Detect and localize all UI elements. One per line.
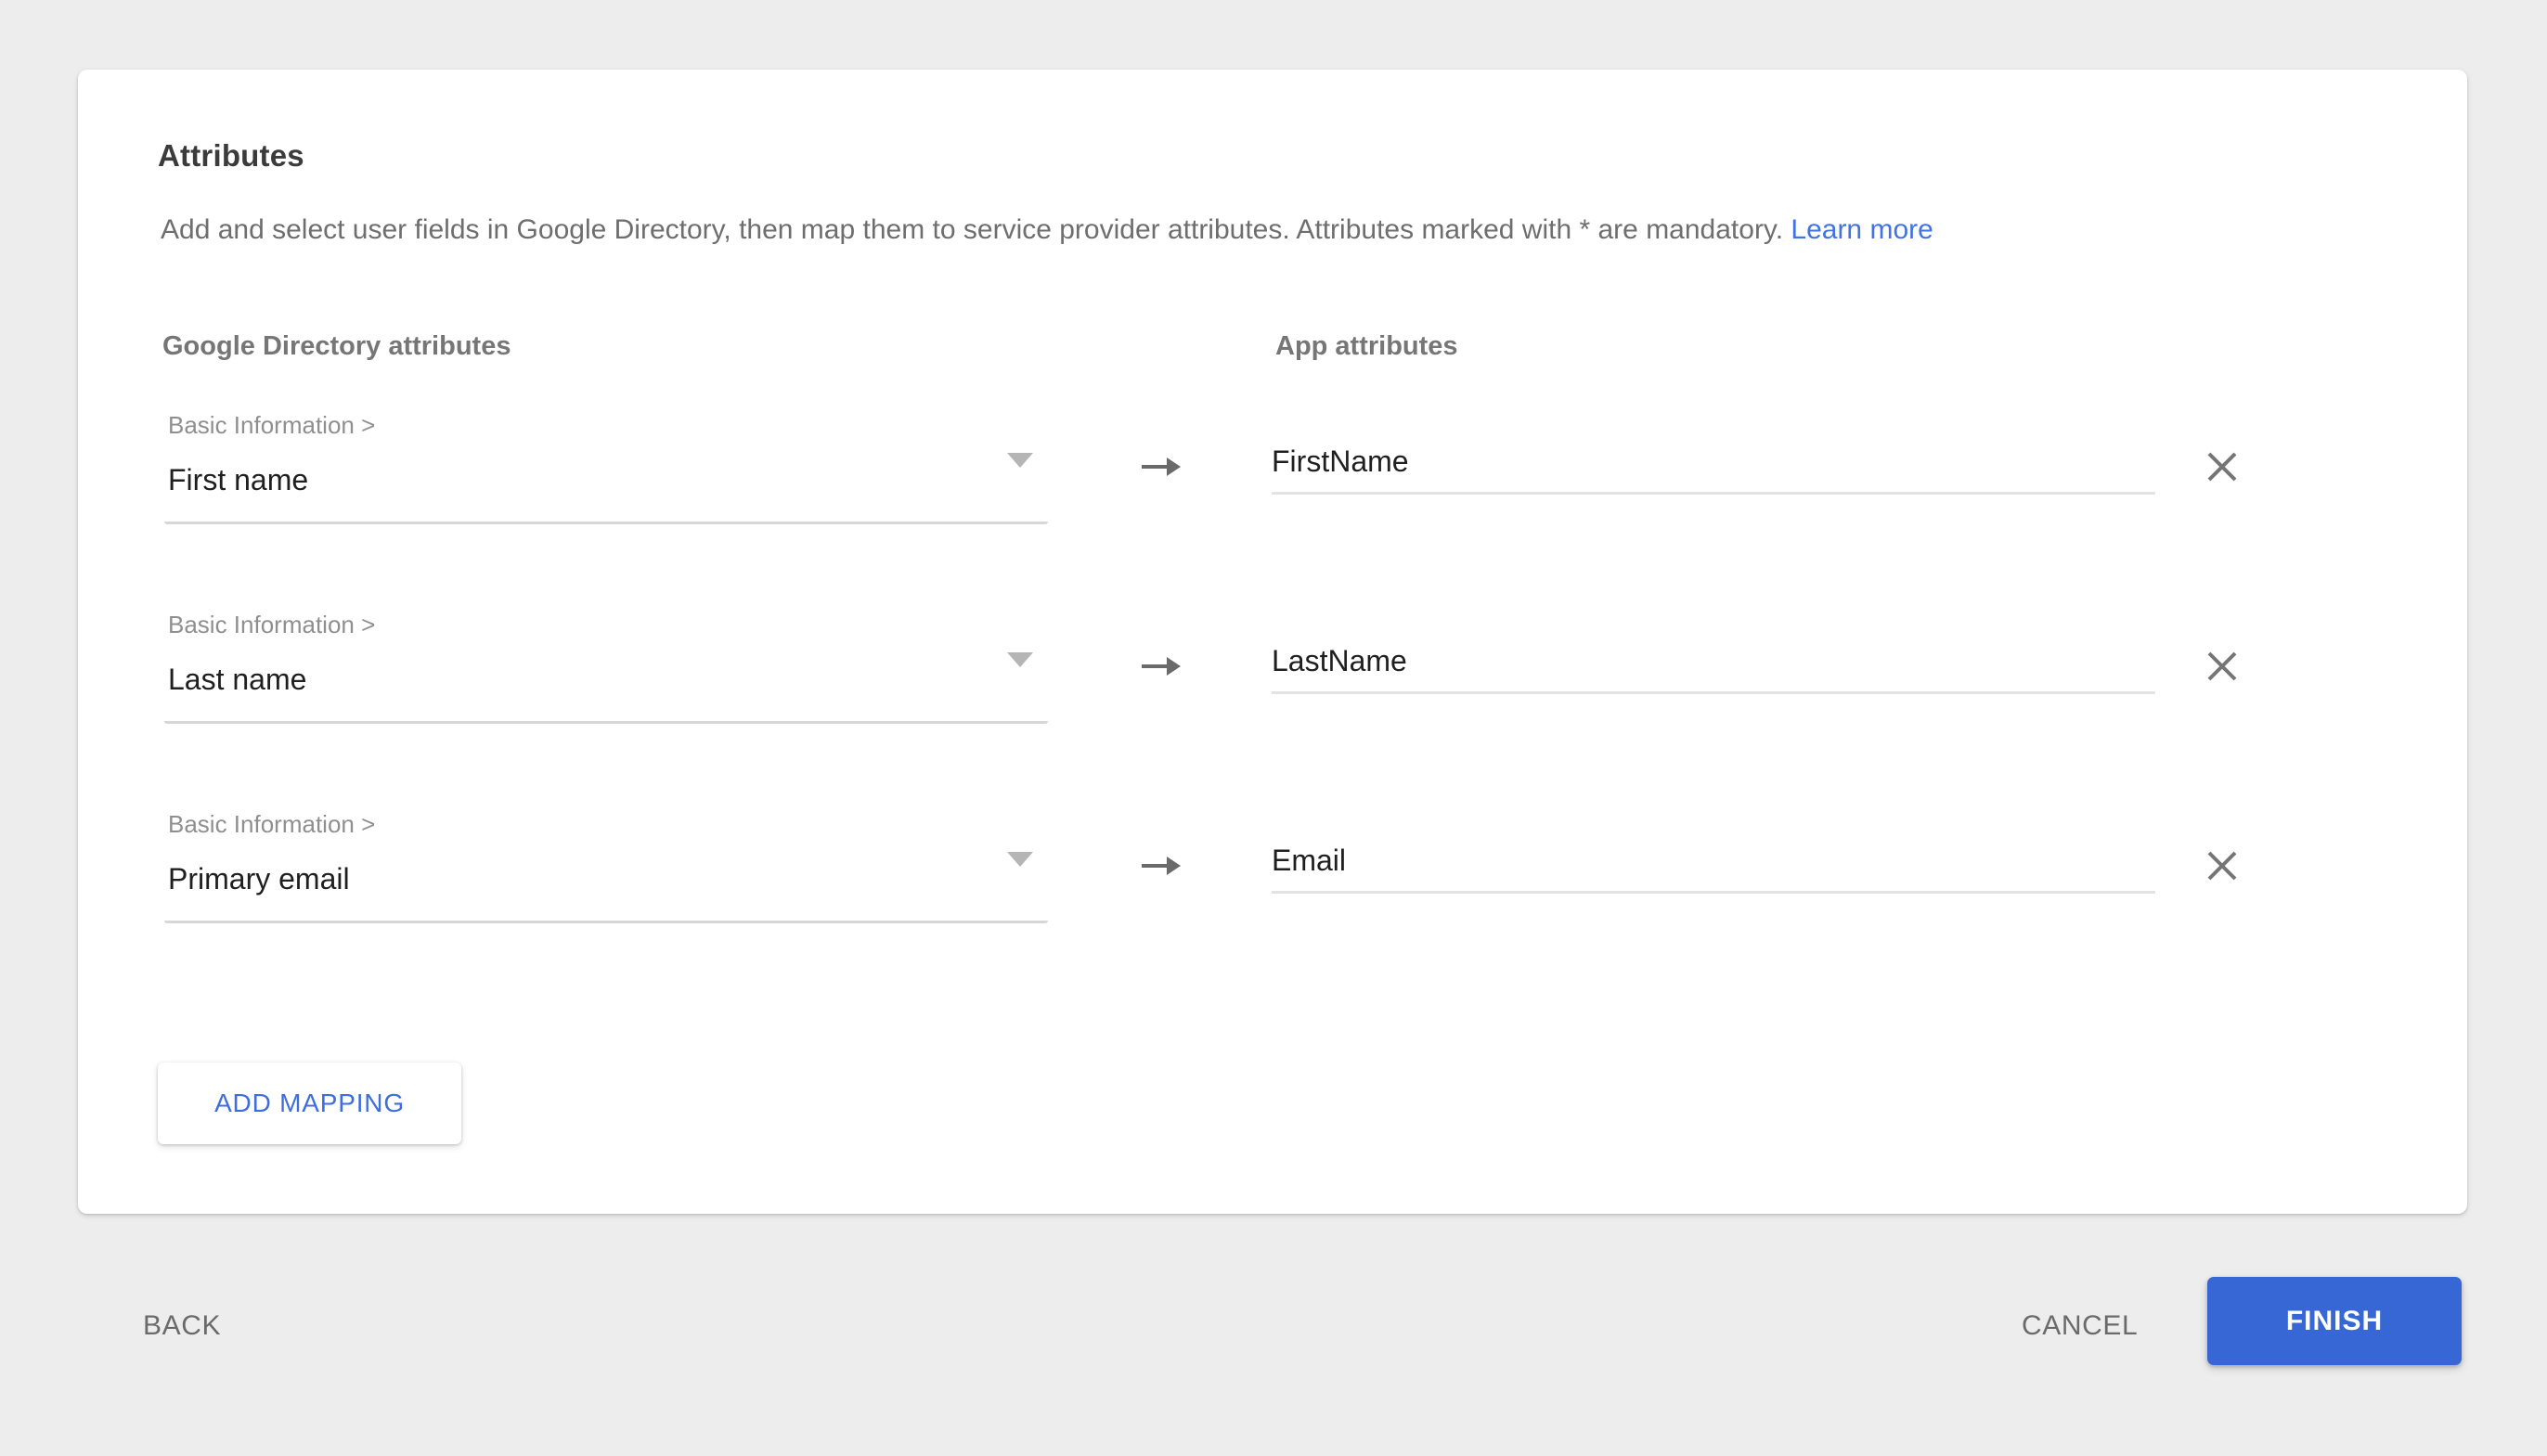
attribute-category-label: Basic Information >: [168, 810, 375, 839]
x-icon: [2204, 848, 2240, 883]
caret-down-icon: [1007, 652, 1033, 667]
app-attribute-field: [1272, 400, 2155, 530]
select-underline: [164, 721, 1048, 724]
x-icon: [2204, 649, 2240, 684]
arrow-right-icon: [1140, 651, 1183, 681]
select-underline: [164, 921, 1048, 923]
select-underline: [164, 522, 1048, 524]
caret-down-icon: [1007, 453, 1033, 468]
app-attribute-field: [1272, 799, 2155, 929]
page-title: Attributes: [158, 138, 304, 174]
attribute-category-label: Basic Information >: [168, 411, 375, 440]
google-attribute-select[interactable]: Basic Information > Primary email: [158, 799, 1049, 947]
cancel-button[interactable]: CANCEL: [2022, 1310, 2138, 1342]
arrow-right-icon: [1140, 452, 1183, 482]
description-body: Add and select user fields in Google Dir…: [161, 214, 1783, 245]
finish-button[interactable]: FINISH: [2207, 1277, 2462, 1365]
x-icon: [2204, 449, 2240, 484]
learn-more-link[interactable]: Learn more: [1791, 214, 1933, 245]
attributes-card: Attributes Add and select user fields in…: [78, 70, 2467, 1214]
mapping-row: Basic Information > First name: [158, 400, 2404, 599]
attribute-category-label: Basic Information >: [168, 611, 375, 639]
description-text: Add and select user fields in Google Dir…: [161, 214, 1933, 246]
mapping-row: Basic Information > Last name: [158, 599, 2404, 799]
google-attribute-select[interactable]: Basic Information > First name: [158, 400, 1049, 548]
app-attribute-field: [1272, 599, 2155, 729]
mapping-row: Basic Information > Primary email: [158, 799, 2404, 999]
arrow-right-icon: [1140, 851, 1183, 881]
remove-mapping-button[interactable]: [2200, 844, 2244, 888]
column-header-app-attributes: App attributes: [1275, 331, 1458, 362]
selected-google-attribute: First name: [168, 463, 308, 497]
caret-down-icon: [1007, 852, 1033, 867]
remove-mapping-button[interactable]: [2200, 644, 2244, 689]
app-attribute-input[interactable]: [1272, 445, 2155, 495]
google-attribute-select[interactable]: Basic Information > Last name: [158, 599, 1049, 748]
column-header-google-directory: Google Directory attributes: [162, 331, 511, 362]
app-attribute-input[interactable]: [1272, 644, 2155, 694]
remove-mapping-button[interactable]: [2200, 445, 2244, 489]
selected-google-attribute: Primary email: [168, 862, 350, 896]
app-attribute-input[interactable]: [1272, 844, 2155, 894]
add-mapping-button[interactable]: ADD MAPPING: [158, 1063, 461, 1144]
selected-google-attribute: Last name: [168, 663, 306, 697]
back-button[interactable]: BACK: [143, 1310, 221, 1342]
